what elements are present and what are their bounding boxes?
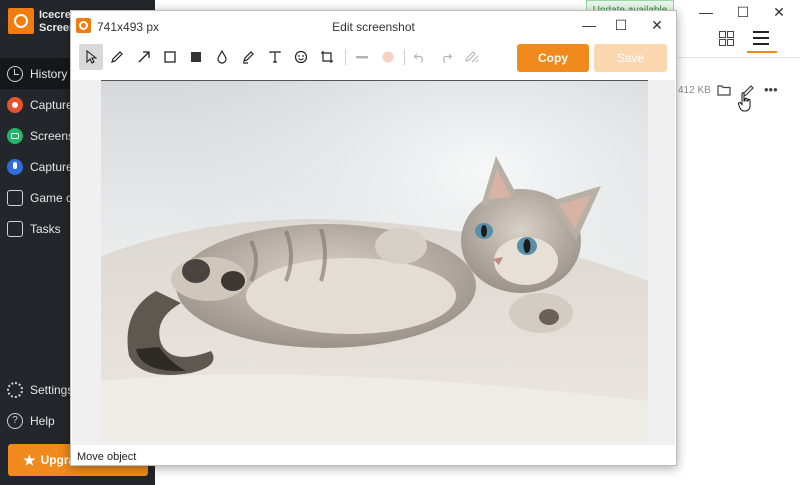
- blur-tool-icon[interactable]: [210, 44, 234, 70]
- crop-tool-icon[interactable]: [315, 44, 339, 70]
- gamepad-icon: [7, 189, 23, 206]
- microphone-icon: [7, 158, 23, 175]
- redo-icon[interactable]: [434, 44, 458, 70]
- divider: [676, 57, 800, 58]
- kitten-photo: [101, 81, 648, 442]
- save-button[interactable]: Save: [594, 44, 667, 72]
- toolbar-separator: [404, 49, 405, 65]
- camera-icon: [7, 127, 23, 144]
- pencil-tool-icon[interactable]: [105, 44, 129, 70]
- sticker-tool-icon[interactable]: [289, 44, 313, 70]
- dialog-title-bar: 741x493 px Edit screenshot — ☐ ✕: [71, 11, 676, 41]
- arrow-tool-icon[interactable]: [132, 44, 156, 70]
- close-icon[interactable]: ✕: [769, 4, 789, 21]
- screenshot-image: [101, 81, 648, 442]
- status-bar: Move object: [71, 448, 676, 465]
- minimize-icon[interactable]: —: [696, 4, 716, 20]
- tasks-icon: [7, 220, 23, 237]
- clock-icon: [7, 65, 23, 82]
- more-options-icon[interactable]: •••: [764, 82, 778, 97]
- color-picker-icon[interactable]: [376, 44, 400, 70]
- record-icon: [7, 96, 23, 113]
- grid-view-icon[interactable]: [719, 31, 734, 46]
- help-icon: ?: [7, 412, 23, 429]
- maximize-icon[interactable]: ☐: [733, 4, 753, 21]
- highlighter-tool-icon[interactable]: [236, 44, 260, 70]
- edit-screenshot-dialog: 741x493 px Edit screenshot — ☐ ✕ Copy Sa…: [70, 10, 677, 466]
- line-width-icon[interactable]: [350, 44, 374, 70]
- maximize-icon[interactable]: ☐: [611, 17, 631, 34]
- status-text: Move object: [77, 451, 137, 463]
- text-tool-icon[interactable]: [263, 44, 287, 70]
- copy-button[interactable]: Copy: [517, 44, 589, 72]
- select-tool-icon[interactable]: [79, 44, 103, 70]
- file-size: 412 KB: [678, 85, 711, 96]
- sidebar-item-label: Tasks: [30, 221, 61, 236]
- rectangle-tool-icon[interactable]: [158, 44, 182, 70]
- sidebar-item-label: Help: [30, 413, 55, 428]
- toolbar-separator: [345, 49, 346, 65]
- filled-rectangle-tool-icon[interactable]: [184, 44, 208, 70]
- sidebar-item-label: Settings: [30, 382, 74, 397]
- gear-icon: [7, 381, 23, 398]
- folder-icon[interactable]: [717, 84, 731, 99]
- star-icon: ★: [23, 451, 36, 468]
- close-icon[interactable]: ✕: [647, 17, 667, 34]
- sidebar-item-label: Capture: [30, 159, 73, 174]
- undo-icon[interactable]: [408, 44, 432, 70]
- sidebar-item-label: History: [30, 66, 68, 81]
- sidebar-item-label: Capture: [30, 97, 73, 112]
- active-view-indicator: [747, 51, 777, 53]
- minimize-icon[interactable]: —: [579, 17, 599, 33]
- clear-icon[interactable]: [460, 44, 484, 70]
- app-logo: [8, 8, 34, 34]
- hand-cursor-icon: [737, 92, 752, 112]
- image-canvas[interactable]: [72, 80, 675, 445]
- list-view-icon[interactable]: [753, 31, 769, 45]
